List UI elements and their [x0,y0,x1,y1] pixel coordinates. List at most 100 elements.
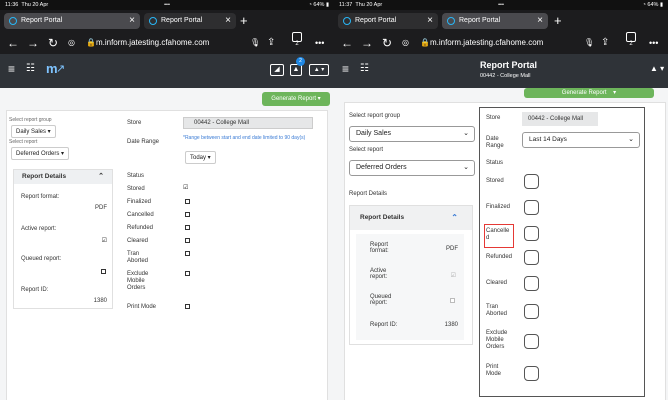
refunded-checkbox[interactable] [185,225,190,230]
report-details-header[interactable]: Report Details ⌃ [350,206,472,230]
exclude-mobile-label: Exclude Mobile Orders [127,271,149,291]
id-label: Report ID: [370,322,398,328]
microphone-icon[interactable]: 🎙 [584,32,594,54]
tran-aborted-label: Tran Aborted [486,304,508,317]
battery-level: 64% [647,2,659,8]
stored-checkbox[interactable]: ☑ [183,184,188,191]
report-card: Select report group Daily Sales ▾ Select… [6,110,328,400]
url-field[interactable]: 🔒 m.inform.jatesting.cfahome.com [420,32,543,54]
cancelled-checkbox[interactable] [524,226,539,241]
expand-icon[interactable]: ◢ [270,64,284,76]
content: Generate Report ▾ Select report group Da… [0,88,334,400]
tab-count-button[interactable]: 2 [626,32,636,47]
site-settings-icon[interactable]: ◎ [68,32,75,54]
more-icon[interactable]: ••• [315,32,324,54]
report-group-select[interactable]: Daily Sales ⌄ [349,126,475,142]
browser-tab[interactable]: Report Portal × [442,13,548,29]
cancelled-label: Cancelled [486,228,510,241]
chevron-up-icon: ⌃ [451,213,458,222]
back-icon[interactable]: ← [341,32,353,54]
id-value: 1380 [93,298,107,304]
close-tab-icon[interactable]: × [537,13,543,29]
microphone-icon[interactable]: 🎙 [250,32,260,54]
hamburger-icon[interactable]: ≡ [8,62,15,76]
address-bar: ← → ↻ ◎ 🔒 m.inform.jatesting.cfahome.com… [0,32,334,54]
back-icon[interactable]: ← [7,32,19,54]
generate-report-button[interactable]: Generate Report ▾ [262,92,330,106]
date-range-label: Date Range [486,136,504,149]
browser-tab[interactable]: Report Portal × [4,13,140,29]
forward-icon[interactable]: → [361,32,373,54]
print-mode-checkbox[interactable] [185,304,190,309]
browser-tab[interactable]: Report Portal × [144,13,236,29]
user-icon[interactable]: ▲ ▾ [650,64,664,73]
browser-tab[interactable]: Report Portal × [338,13,438,29]
new-tab-button[interactable]: + [240,12,248,30]
report-details-body: Report format: PDF Active report: ☑ Queu… [356,234,464,340]
tran-aborted-checkbox[interactable] [185,251,190,256]
cleared-label: Cleared [486,280,508,286]
wifi-icon: ◔ [308,2,312,8]
address-bar: ← → ↻ ◎ 🔒 m.inform.jatesting.cfahome.com… [334,32,668,54]
status-dots: ••• [498,2,504,8]
hamburger-icon[interactable]: ≡ [342,62,349,76]
site-settings-icon[interactable]: ◎ [402,32,409,54]
finalized-label: Finalized [127,199,152,205]
report-group-label: Select report group [349,113,401,119]
new-tab-button[interactable]: + [554,12,562,30]
format-label: Report format: [21,194,60,200]
tran-aborted-checkbox[interactable] [524,304,539,319]
reload-icon[interactable]: ↻ [382,32,392,54]
tab-count-button[interactable]: 2 [292,32,302,47]
tab-label: Report Portal [21,17,63,24]
print-mode-checkbox[interactable] [524,366,539,381]
exclude-mobile-checkbox[interactable] [185,271,190,276]
active-checkbox: ☑ [450,273,456,279]
cancelled-checkbox[interactable] [185,212,190,217]
forward-icon[interactable]: → [27,32,39,54]
status-bar: 11:36 Thu 20 Apr ••• ◔ 64% ▮ [0,0,334,10]
page-subtitle: 00442 - College Mall [480,73,531,79]
report-details-panel: Report Details ⌃ Report format: PDF Acti… [349,205,473,345]
exclude-mobile-checkbox[interactable] [524,334,539,349]
tab-label: Report Portal [161,17,203,24]
store-field[interactable]: 00442 - College Mall [522,112,598,126]
close-tab-icon[interactable]: × [129,13,135,29]
date-range-select[interactable]: Today ▾ [185,151,216,164]
user-menu-button[interactable]: ▲ ▾ [309,64,329,76]
browser-tabs: Report Portal × Report Portal × + [0,10,334,32]
share-icon[interactable]: ⇪ [267,32,275,54]
report-details-header[interactable]: Report Details ⌃ [14,170,112,184]
report-select[interactable]: Deferred Orders ▾ [11,147,70,160]
generate-report-button[interactable]: Generate Report ▾ [524,88,654,98]
url-field[interactable]: 🔒 m.inform.jatesting.cfahome.com [86,32,209,54]
list-icon[interactable]: ☷ [26,63,35,74]
battery-icon: ▮ [325,2,329,8]
date-range-select[interactable]: Last 14 Days ⌄ [522,132,640,148]
finalized-checkbox[interactable] [524,200,539,215]
list-icon[interactable]: ☷ [360,63,369,74]
date-range-label: Date Range [127,139,160,145]
cleared-checkbox[interactable] [524,276,539,291]
active-label: Active report: [370,268,388,280]
left-screenshot: 11:36 Thu 20 Apr ••• ◔ 64% ▮ Report Port… [0,0,334,400]
app-header: ≡ ☷ Report Portal 00442 - College Mall ▲… [334,54,668,88]
exclude-mobile-label: Exclude Mobile Orders [486,330,508,350]
reload-icon[interactable]: ↻ [48,32,58,54]
close-tab-icon[interactable]: × [427,13,433,29]
store-label: Store [127,120,142,126]
id-value: 1380 [444,322,458,328]
share-icon[interactable]: ⇪ [601,32,609,54]
browser-tabs: Report Portal × Report Portal × + [334,10,668,32]
report-group-select[interactable]: Daily Sales ▾ [11,125,56,138]
cleared-checkbox[interactable] [185,238,190,243]
more-icon[interactable]: ••• [649,32,658,54]
refunded-checkbox[interactable] [524,250,539,265]
finalized-checkbox[interactable] [185,199,190,204]
stored-checkbox[interactable] [524,174,539,189]
close-tab-icon[interactable]: × [225,13,231,29]
app-header: ≡ ☷ m ↗ ◢ ▲ 2 ▲ ▾ [0,54,334,88]
store-field[interactable]: 00442 - College Mall [183,117,313,129]
print-mode-label: Print Mode [127,304,157,310]
report-select[interactable]: Deferred Orders ⌄ [349,160,475,176]
